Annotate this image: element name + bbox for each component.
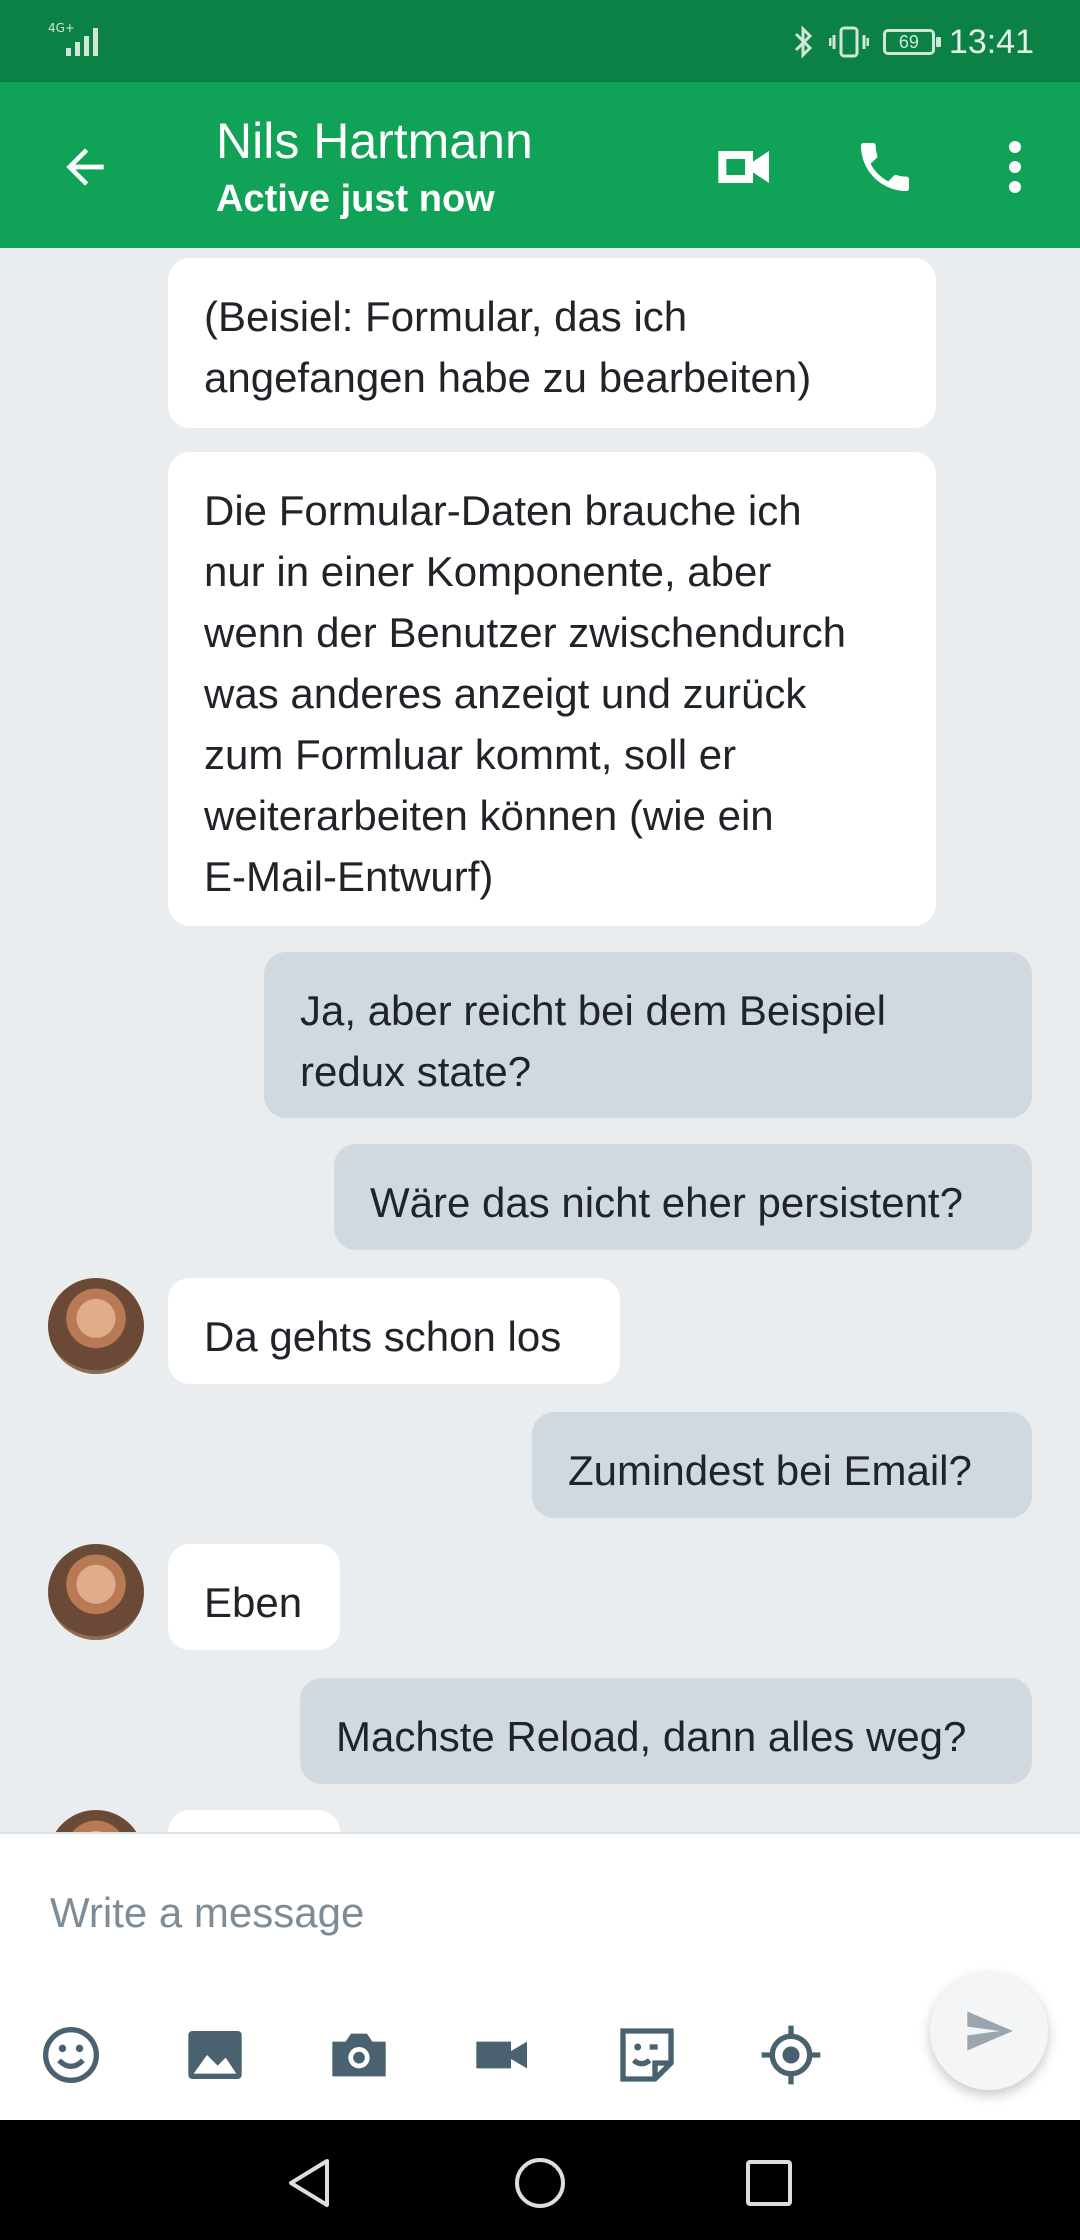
emoji-icon xyxy=(43,2027,99,2083)
avatar[interactable] xyxy=(48,1278,144,1374)
send-icon xyxy=(967,2011,1013,2051)
video-icon xyxy=(476,2041,527,2069)
network-type: 4G+ xyxy=(48,21,75,35)
more-vert-icon xyxy=(1009,141,1021,193)
video-camera-icon xyxy=(718,151,769,183)
video-call-button[interactable] xyxy=(700,122,790,212)
message-list[interactable]: (Beisiel: Formular, das ich angefangen h… xyxy=(0,248,1080,1832)
nav-recents-button[interactable] xyxy=(734,2148,804,2218)
sticker-button[interactable] xyxy=(608,2016,686,2094)
video-button[interactable] xyxy=(464,2016,542,2094)
bluetooth-icon xyxy=(794,25,813,59)
message-bubble-incoming[interactable]: (Beisiel: Formular, das ich angefangen h… xyxy=(168,258,936,428)
app-bar: Nils Hartmann Active just now xyxy=(0,82,1080,248)
nav-home-button[interactable] xyxy=(505,2148,575,2218)
arrow-back-icon xyxy=(66,148,104,186)
image-icon xyxy=(188,2031,242,2079)
avatar[interactable] xyxy=(48,1544,144,1640)
location-button[interactable] xyxy=(752,2016,830,2094)
message-bubble-incoming[interactable]: Da gehts schon los xyxy=(168,1278,620,1384)
message-input[interactable] xyxy=(48,1872,912,1954)
message-bubble-incoming[interactable]: Die Formular-Daten brauche ich nur in ei… xyxy=(168,452,936,926)
back-button[interactable] xyxy=(40,122,130,212)
emoji-button[interactable] xyxy=(32,2016,110,2094)
message-bubble-outgoing[interactable]: Wäre das nicht eher persistent? xyxy=(334,1144,1032,1250)
circle-home-icon xyxy=(515,2158,565,2208)
vibrate-icon xyxy=(828,26,869,58)
camera-button[interactable] xyxy=(320,2016,398,2094)
message-bubble-partial xyxy=(168,1810,340,1832)
avatar xyxy=(48,1810,144,1832)
system-navigation-bar xyxy=(0,2120,1080,2240)
phone-icon xyxy=(861,143,909,191)
voice-call-button[interactable] xyxy=(840,122,930,212)
nav-back-button[interactable] xyxy=(274,2148,344,2218)
send-button[interactable] xyxy=(930,1972,1048,2090)
message-composer xyxy=(0,1832,1080,2122)
message-bubble-outgoing[interactable]: Machste Reload, dann alles weg? xyxy=(300,1678,1032,1784)
message-bubble-incoming[interactable]: Eben xyxy=(168,1544,340,1650)
more-options-button[interactable] xyxy=(970,122,1060,212)
message-bubble-outgoing[interactable]: Zumindest bei Email? xyxy=(532,1412,1032,1518)
battery-level: 69 xyxy=(898,32,919,52)
contact-name[interactable]: Nils Hartmann xyxy=(216,112,533,170)
battery-icon: 69 xyxy=(882,29,941,55)
clock: 13:41 xyxy=(948,22,1034,61)
square-recents-icon xyxy=(746,2160,792,2206)
sticker-icon xyxy=(620,2028,674,2082)
triangle-back-icon xyxy=(289,2159,329,2207)
message-bubble-outgoing[interactable]: Ja, aber reicht bei dem Beispiel redux s… xyxy=(264,952,1032,1118)
location-icon xyxy=(761,2025,821,2085)
contact-status: Active just now xyxy=(216,178,495,220)
gallery-button[interactable] xyxy=(176,2016,254,2094)
status-bar: 4G+ 69 13:41 xyxy=(0,0,1080,82)
cellular-signal-icon: 4G+ xyxy=(48,21,98,56)
camera-icon xyxy=(332,2033,386,2077)
